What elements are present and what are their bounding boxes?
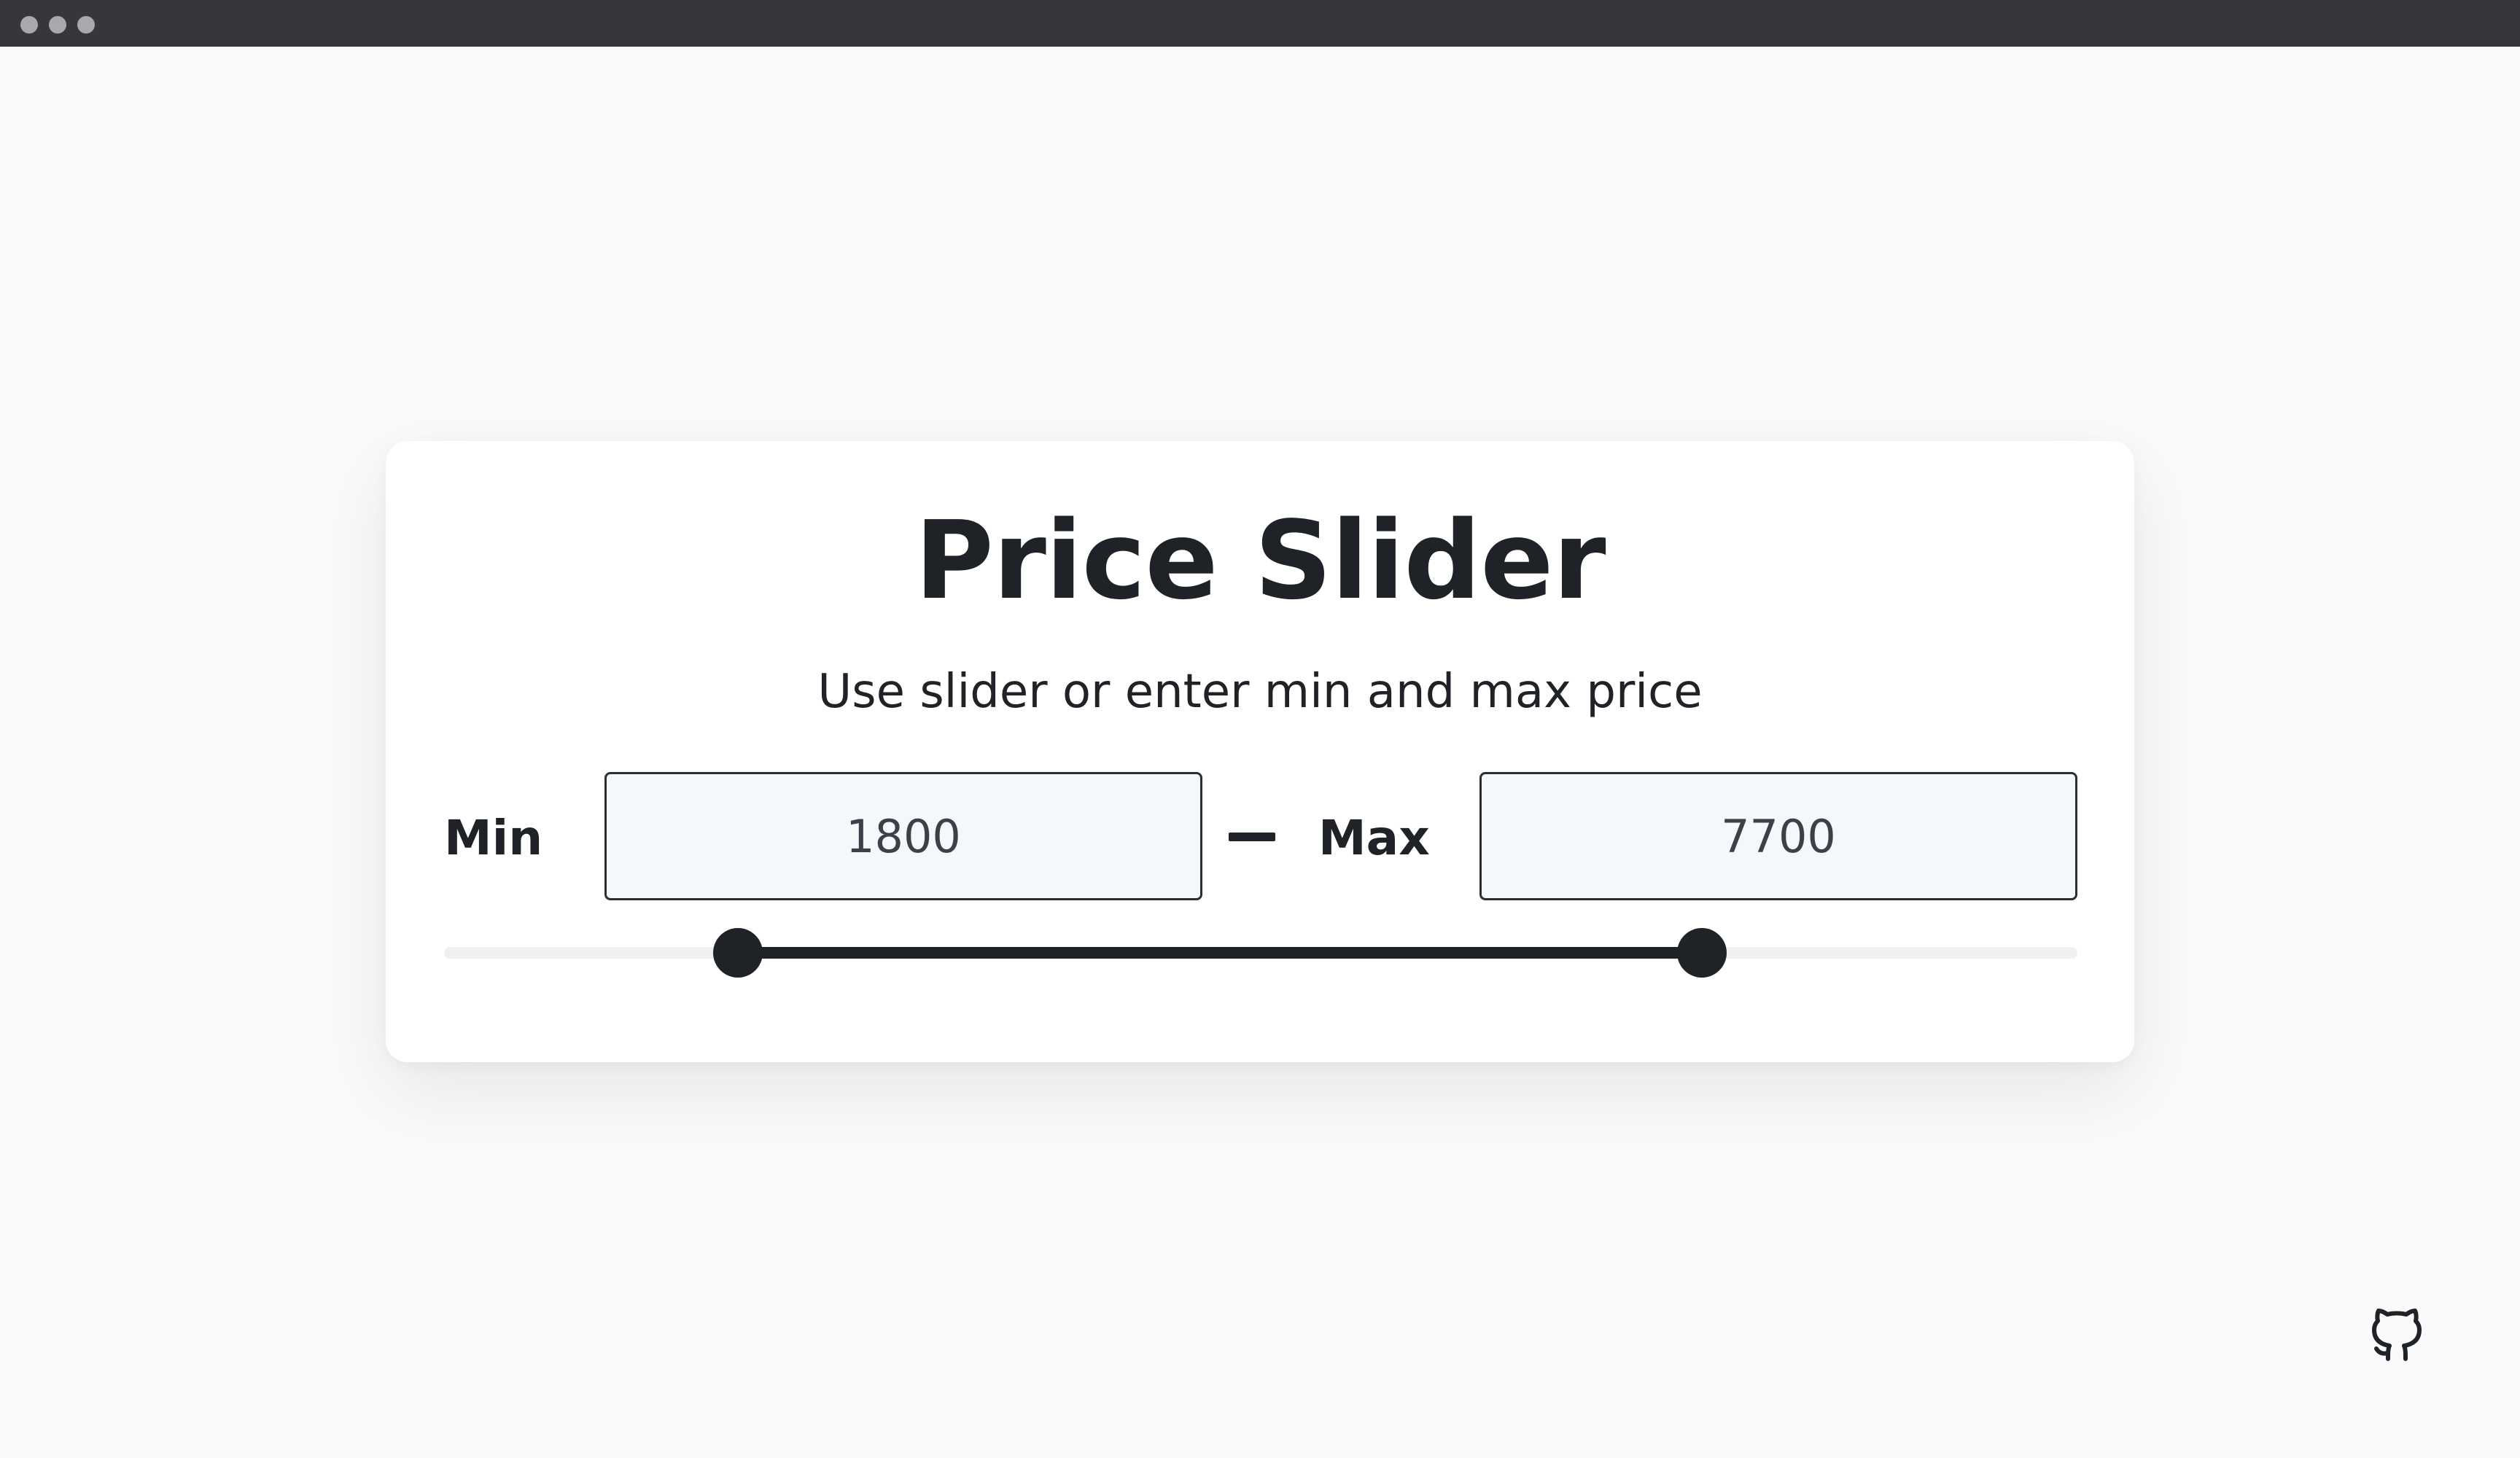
slider-min-thumb[interactable] [713,928,763,978]
window-titlebar [0,0,2520,47]
max-label: Max [1318,810,1430,866]
page-subtitle: Use slider or enter min and max price [817,665,1703,719]
window-control-dot[interactable] [77,16,95,34]
github-icon[interactable] [2362,1298,2431,1366]
window-control-dot[interactable] [20,16,38,34]
slider-selected-range [738,947,1702,959]
page-title: Price Slider [914,498,1606,623]
min-price-input[interactable] [604,772,1202,900]
price-slider-card: Price Slider Use slider or enter min and… [386,441,2134,1062]
min-label: Min [444,810,543,866]
max-price-input[interactable] [1479,772,2077,900]
slider-max-thumb[interactable] [1676,928,1727,978]
slider-track[interactable] [444,928,2077,978]
range-separator-dash [1229,833,1275,841]
window-control-dot[interactable] [49,16,66,34]
